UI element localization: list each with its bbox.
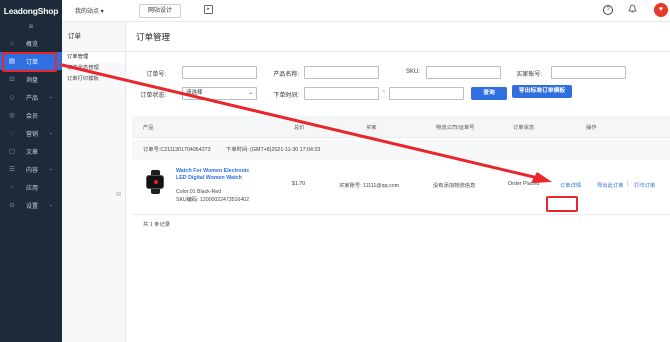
brand-logo[interactable]: LeadongShop	[0, 0, 62, 22]
col-header-total: 总价	[294, 124, 305, 131]
print-order-link[interactable]: 打印订单	[634, 181, 655, 189]
col-header-actions: 操作	[586, 124, 597, 131]
col-header-product: 产品	[143, 124, 154, 131]
export-order-link[interactable]: 导出此订单	[597, 181, 624, 189]
order-status-label: 订单状态:	[140, 93, 166, 99]
nav-collapse-icon[interactable]: ≡	[0, 22, 62, 34]
submenu-item-print-template[interactable]: 订单打印模板	[62, 74, 125, 85]
sidebar-item-label: 概览	[26, 41, 39, 48]
home-icon: ⌂	[10, 39, 14, 47]
sidebar-item-articles[interactable]: ▢ 文章	[0, 142, 62, 160]
user-avatar[interactable]: ♥	[654, 3, 668, 17]
order-status-value: 请选择	[186, 90, 203, 96]
sidebar-item-label: 内容	[26, 167, 39, 174]
table-header-row: 产品 总价 买家 物流公司/运单号 订单状态 操作	[132, 116, 670, 138]
bell-icon-svg	[628, 4, 637, 13]
sidebar-item-apps[interactable]: ⁘ 应用	[0, 178, 62, 196]
product-name-label: 产品名称:	[273, 72, 299, 78]
filter-panel: 订单号: 产品名称: SKU: 买家账号: 订单状态: 请选择 ⌄ 下单时间: …	[126, 52, 670, 110]
logistics-info: 没有添加物流信息	[433, 183, 476, 189]
article-icon: ▢	[8, 148, 16, 155]
chevron-down-icon: ⌄	[48, 166, 53, 172]
sidebar-item-settings[interactable]: ⊙ 设置 ⌄	[0, 196, 62, 214]
product-name-input[interactable]	[304, 66, 379, 79]
sidebar-item-label: 会员	[26, 113, 39, 120]
settings-icon: ⊙	[9, 202, 15, 209]
submenu-title: 订单	[62, 22, 125, 52]
sku-input[interactable]	[426, 66, 501, 79]
watch-face-shape	[146, 175, 164, 189]
submenu-item-order-management[interactable]: 订单管理	[62, 52, 125, 63]
inquiry-icon: ⊡	[9, 76, 15, 83]
col-header-logistics: 物流公司/运单号	[436, 124, 475, 131]
main-content: 订单管理 订单号: 产品名称: SKU: 买家账号: 订单状态: 请选择 ⌄ 下…	[126, 22, 670, 342]
content-icon: ☰	[9, 166, 15, 173]
chevron-down-icon: ⌄	[248, 90, 253, 96]
sidebar-item-label: 设置	[26, 203, 39, 210]
submenu-item-order-status[interactable]: 订单状态管理	[62, 63, 125, 74]
sku-label: SKU:	[405, 69, 420, 75]
member-icon: ◎	[9, 112, 15, 119]
sidebar-item-products[interactable]: ◇ 产品 ⌄	[0, 88, 62, 106]
secondary-menu: 订单 订单管理 订单状态管理 订单打印模板 ⊞	[62, 22, 126, 342]
order-time-label: 下单时间:	[273, 93, 299, 99]
export-template-button[interactable]: 导出标准订单模板	[512, 85, 572, 98]
chevron-down-icon: ⌄	[48, 94, 53, 100]
buyer-account-label: 买家账号:	[516, 72, 542, 78]
col-header-status: 订单状态	[513, 124, 535, 131]
watch-led-dot	[154, 180, 158, 184]
order-detail-link[interactable]: 订单详情	[560, 181, 581, 189]
sidebar-item-marketing[interactable]: ◌ 营销 ⌄	[0, 124, 62, 142]
sidebar-nav: LeadongShop ≡ ⌂ 概览 ▤ 订单 ⊡ 询盘 ◇ 产品 ⌄ ◎ 会员…	[0, 0, 62, 342]
product-icon: ◇	[9, 94, 15, 101]
top-bar: 我的站点 ▾ 网站设计 ▸ ? ♥	[62, 0, 670, 22]
order-time: 下单时间: (GMT+8)2021-11-30 17:04:33	[226, 147, 321, 153]
sidebar-item-content[interactable]: ☰ 内容 ⌄	[0, 160, 62, 178]
range-separator: ~	[382, 89, 386, 95]
sidebar-item-overview[interactable]: ⌂ 概览	[0, 34, 62, 52]
product-name-link[interactable]: Watch For Women Electronic LED Digital W…	[176, 168, 256, 181]
order-time-start-input[interactable]	[304, 87, 379, 100]
marketing-icon: ◌	[10, 129, 14, 137]
annotation-highlight-detail	[546, 196, 578, 212]
annotation-highlight-orders	[2, 52, 57, 72]
col-header-buyer: 买家	[366, 124, 377, 131]
op-separator: |	[627, 181, 629, 187]
order-meta-row: 订单号:C211130170406427​3 下单时间: (GMT+8)2021…	[132, 140, 670, 160]
order-no-input[interactable]	[182, 66, 257, 79]
table-header-wrap: 产品 总价 买家 物流公司/运单号 订单状态 操作	[132, 116, 670, 138]
order-status: Order Placed	[508, 181, 540, 187]
site-design-button[interactable]: 网站设计	[139, 4, 181, 18]
sidebar-item-label: 文章	[26, 149, 39, 156]
help-icon[interactable]: ?	[603, 5, 613, 15]
sidebar-item-label: 应用	[26, 185, 39, 192]
sidebar-item-label: 询盘	[26, 77, 39, 84]
sidebar-item-inquiry[interactable]: ⊡ 询盘	[0, 70, 62, 88]
buyer-account: 买家账号: 11111@qq.com	[339, 183, 400, 189]
page-title: 订单管理	[126, 22, 670, 52]
order-no-label: 订单号:	[146, 72, 166, 78]
product-sku: SKU编码: 12000022473516402	[176, 197, 249, 203]
order-price: $1.70	[292, 181, 306, 187]
table-row: Watch For Women Electronic LED Digital W…	[132, 160, 670, 215]
preview-icon[interactable]: ▸	[204, 5, 213, 14]
collapse-panel-icon[interactable]: ⊞	[116, 191, 121, 198]
product-color: Color:01 Black-Red	[176, 189, 221, 195]
apps-icon: ⁘	[9, 184, 15, 191]
bell-icon[interactable]	[628, 4, 637, 16]
query-button[interactable]: 查询	[471, 87, 507, 100]
site-selector[interactable]: 我的站点 ▾	[75, 6, 104, 15]
sidebar-item-label: 营销	[26, 131, 39, 138]
sidebar-item-label: 产品	[26, 95, 39, 102]
product-image[interactable]	[143, 170, 167, 194]
total-records: 共 1 条记录	[143, 222, 171, 228]
order-number: 订单号:C211130170406427​3	[143, 147, 211, 153]
chevron-down-icon: ⌄	[48, 202, 53, 208]
chevron-down-icon: ⌄	[48, 130, 53, 136]
order-status-select[interactable]: 请选择 ⌄	[182, 87, 257, 100]
buyer-account-input[interactable]	[551, 66, 626, 79]
order-time-end-input[interactable]	[389, 87, 464, 100]
sidebar-item-members[interactable]: ◎ 会员	[0, 106, 62, 124]
